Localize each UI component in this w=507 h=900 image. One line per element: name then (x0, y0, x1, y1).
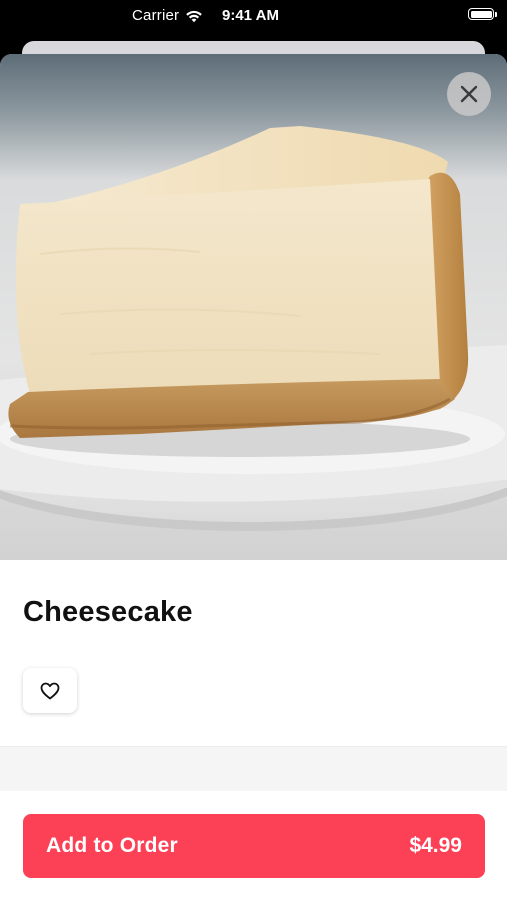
add-to-order-button[interactable]: Add to Order $4.99 (23, 814, 485, 878)
order-price: $4.99 (409, 834, 462, 857)
section-divider (0, 746, 507, 793)
product-title: Cheesecake (23, 596, 193, 628)
wifi-icon (186, 10, 203, 22)
product-detail-sheet: Cheesecake Add to Order $4.99 (0, 54, 507, 900)
battery-fill (470, 10, 492, 18)
battery-icon (468, 8, 497, 20)
carrier-label: Carrier (132, 7, 180, 24)
status-bar: Carrier 9:41 AM (0, 0, 507, 32)
status-time: 9:41 AM (222, 7, 279, 24)
app-screen: Carrier 9:41 AM Cheesecake Add to Order … (0, 0, 507, 900)
order-footer: Add to Order $4.99 (0, 791, 507, 900)
cheesecake-photo (0, 54, 507, 560)
favorite-button[interactable] (23, 668, 77, 713)
add-to-order-label: Add to Order (46, 834, 178, 857)
close-button[interactable] (447, 72, 491, 116)
status-carrier-group: Carrier (132, 7, 203, 24)
close-icon (460, 85, 478, 103)
heart-outline-icon (40, 682, 60, 699)
cheesecake-illustration (0, 54, 507, 560)
